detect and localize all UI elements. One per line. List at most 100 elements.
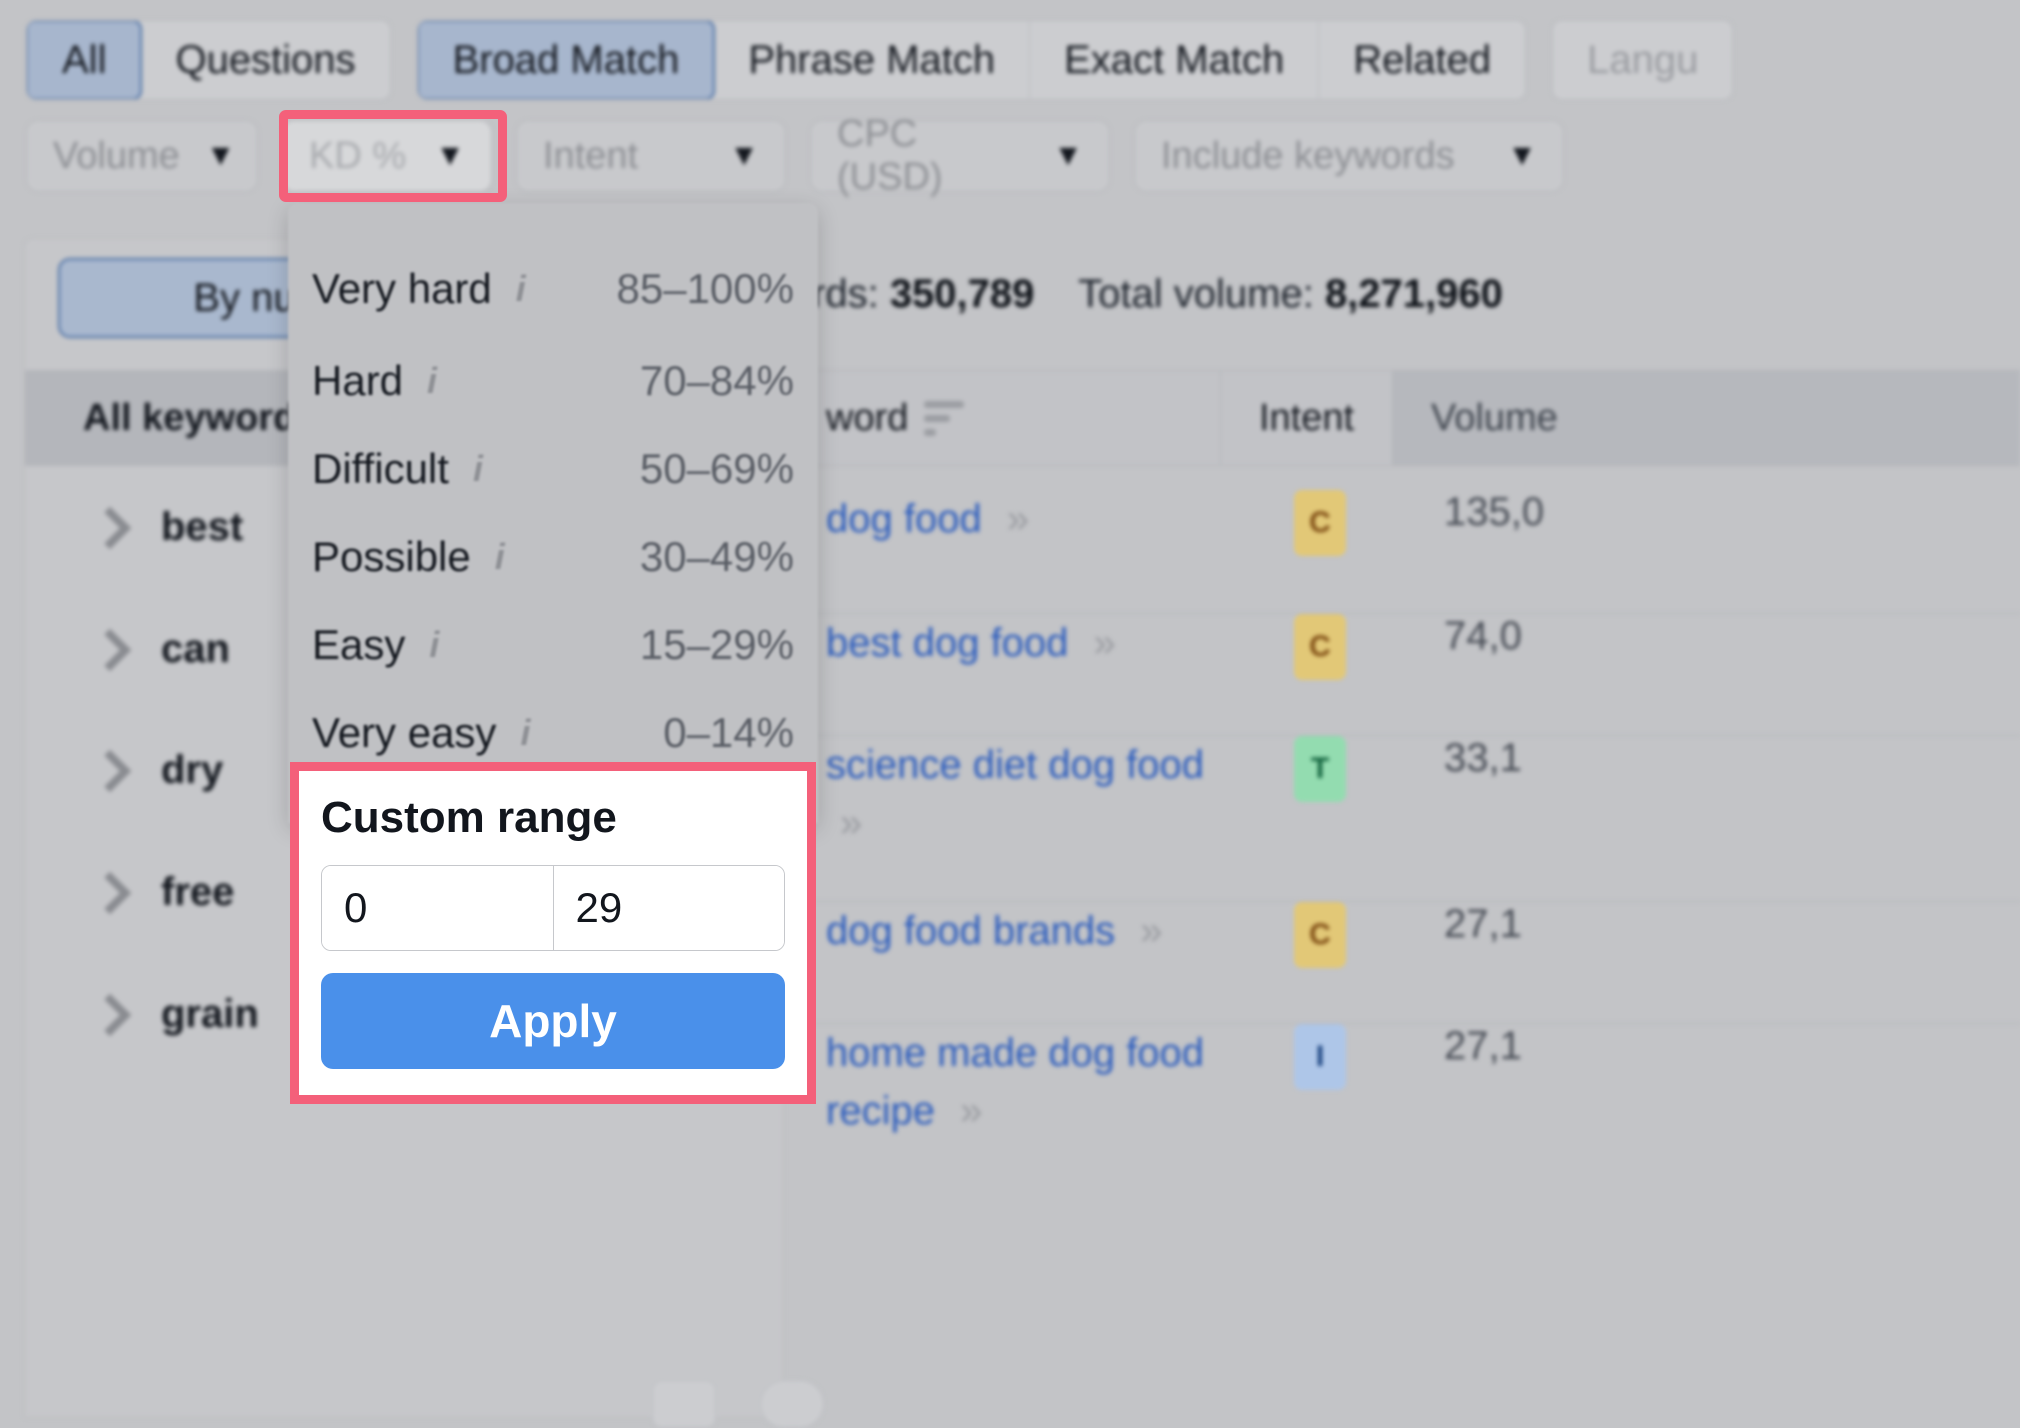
- column-header-keyword-label: word: [826, 396, 909, 439]
- info-icon[interactable]: i: [495, 536, 505, 578]
- keyword-text: dog food: [826, 497, 982, 541]
- kd-option-difficult[interactable]: Difficult i 50–69%: [288, 425, 818, 513]
- sidebar-item-label: best: [161, 505, 244, 549]
- info-icon[interactable]: i: [429, 624, 439, 666]
- sidebar-item-label: grain: [161, 992, 259, 1036]
- kd-option-hard[interactable]: Hard i 70–84%: [288, 337, 818, 425]
- tab-phrase-match[interactable]: Phrase Match: [714, 21, 1031, 99]
- sidebar-item-label: free: [161, 870, 235, 914]
- column-header-volume-label: Volume: [1431, 396, 1558, 439]
- kd-option-easy[interactable]: Easy i 15–29%: [288, 601, 818, 689]
- double-chevron-right-icon[interactable]: »: [1140, 909, 1162, 953]
- chevron-right-icon: [88, 628, 132, 671]
- apply-button[interactable]: Apply: [321, 973, 785, 1069]
- tab-exact-match[interactable]: Exact Match: [1030, 21, 1320, 99]
- table-row[interactable]: dog food brands » C 27,1: [812, 902, 2020, 1024]
- intent-cell: C: [1234, 490, 1406, 556]
- double-chevron-right-icon[interactable]: »: [1007, 497, 1029, 541]
- double-chevron-right-icon[interactable]: »: [960, 1089, 982, 1133]
- keyword-link[interactable]: dog food »: [812, 490, 1234, 548]
- filter-volume[interactable]: Volume ▼: [26, 120, 258, 192]
- kd-option-label: Very hard: [312, 265, 492, 312]
- double-chevron-right-icon[interactable]: »: [840, 801, 862, 845]
- chevron-down-icon: ▼: [729, 139, 759, 172]
- table-row[interactable]: home made dog food recipe » I 27,1: [812, 1024, 2020, 1194]
- table-row[interactable]: best dog food » C 74,0: [812, 614, 2020, 736]
- sort-icon[interactable]: [924, 400, 965, 436]
- kd-min-input[interactable]: [322, 866, 553, 950]
- kd-option-label: Possible: [312, 533, 471, 580]
- keyword-link[interactable]: home made dog food recipe »: [812, 1024, 1234, 1140]
- kd-max-input[interactable]: [553, 866, 784, 950]
- status-badge[interactable]: C: [1294, 614, 1346, 680]
- sidebar-item-free[interactable]: free: [25, 870, 234, 915]
- info-icon[interactable]: i: [516, 268, 526, 310]
- filter-include-keywords[interactable]: Include keywords ▼: [1134, 120, 1564, 192]
- custom-range-title: Custom range: [321, 793, 617, 842]
- keyword-link[interactable]: science diet dog food »: [812, 736, 1234, 852]
- table-header: word Intent Volume: [812, 370, 2020, 466]
- kd-option-possible[interactable]: Possible i 30–49%: [288, 513, 818, 601]
- chevron-down-icon: ▼: [205, 139, 236, 172]
- filter-intent-label: Intent: [543, 134, 639, 177]
- chevron-right-icon: [88, 506, 132, 549]
- volume-cell: 27,1: [1444, 902, 1522, 946]
- info-icon[interactable]: i: [473, 448, 483, 490]
- status-badge[interactable]: C: [1294, 902, 1346, 968]
- keyword-text: home made dog food recipe: [826, 1031, 1205, 1133]
- column-header-intent[interactable]: Intent: [1220, 371, 1392, 465]
- chevron-right-icon: [88, 749, 132, 792]
- tab-questions[interactable]: Questions: [141, 21, 389, 99]
- kd-option-range: 15–29%: [639, 621, 794, 668]
- chevron-down-icon: ▼: [1507, 139, 1537, 172]
- double-chevron-right-icon[interactable]: »: [1094, 621, 1116, 665]
- filter-intent[interactable]: Intent ▼: [516, 120, 786, 192]
- kd-option-label: Hard: [312, 357, 404, 404]
- info-icon[interactable]: i: [520, 712, 530, 754]
- kd-option-range: 70–84%: [639, 357, 794, 404]
- filter-volume-label: Volume: [53, 134, 180, 177]
- tab-all[interactable]: All: [26, 21, 143, 99]
- table-row[interactable]: dog food » C 135,0: [812, 490, 2020, 614]
- column-header-volume[interactable]: Volume: [1392, 371, 2020, 465]
- kd-option-very-hard[interactable]: Very hard i 85–100%: [288, 241, 818, 337]
- column-header-keyword[interactable]: word: [812, 371, 1220, 465]
- language-selector[interactable]: Langu: [1552, 20, 1734, 100]
- filter-cpc-label: CPC (USD): [837, 113, 943, 198]
- volume-cell: 33,1: [1444, 736, 1522, 780]
- keywords-total-value: 350,789: [889, 272, 1035, 316]
- tab-broad-match[interactable]: Broad Match: [417, 21, 716, 99]
- intent-cell: T: [1234, 736, 1406, 802]
- status-badge[interactable]: C: [1294, 490, 1346, 556]
- sidebar-item-best[interactable]: best: [25, 505, 243, 550]
- info-icon[interactable]: i: [427, 360, 437, 402]
- kd-option-range: 85–100%: [616, 265, 795, 312]
- sidebar-item-dry[interactable]: dry: [25, 748, 223, 793]
- status-badge[interactable]: I: [1294, 1024, 1346, 1090]
- avatar-chip[interactable]: [760, 1380, 824, 1428]
- kd-option-range: 0–14%: [663, 709, 794, 756]
- total-volume-value: 8,271,960: [1324, 272, 1503, 316]
- table-row[interactable]: science diet dog food » T 33,1: [812, 736, 2020, 902]
- filter-cpc[interactable]: CPC (USD) ▼: [810, 113, 1110, 198]
- kd-option-label: Easy: [312, 621, 406, 668]
- keyword-link[interactable]: dog food brands »: [812, 902, 1234, 960]
- chevron-right-icon: [88, 993, 132, 1036]
- keyword-scope-tabs: All Questions: [26, 20, 391, 100]
- results-summary: rds: 350,789 Total volume: 8,271,960: [812, 272, 1503, 317]
- sidebar-item-grain[interactable]: grain: [25, 992, 259, 1037]
- status-badge[interactable]: T: [1294, 736, 1346, 802]
- kd-filter-highlight: [279, 110, 507, 202]
- custom-range-inputs: [321, 865, 785, 951]
- checkbox-chip[interactable]: [652, 1380, 716, 1428]
- volume-cell: 27,1: [1444, 1024, 1522, 1068]
- intent-cell: C: [1234, 614, 1406, 680]
- kd-option-range: 50–69%: [639, 445, 794, 492]
- keyword-link[interactable]: best dog food »: [812, 614, 1234, 672]
- tab-related[interactable]: Related: [1319, 21, 1525, 99]
- keyword-text: best dog food: [826, 621, 1069, 665]
- sidebar-item-can[interactable]: can: [25, 627, 230, 672]
- column-header-intent-label: Intent: [1258, 396, 1355, 439]
- chevron-down-icon: ▼: [1053, 139, 1083, 172]
- kd-option-label: Very easy: [312, 709, 497, 756]
